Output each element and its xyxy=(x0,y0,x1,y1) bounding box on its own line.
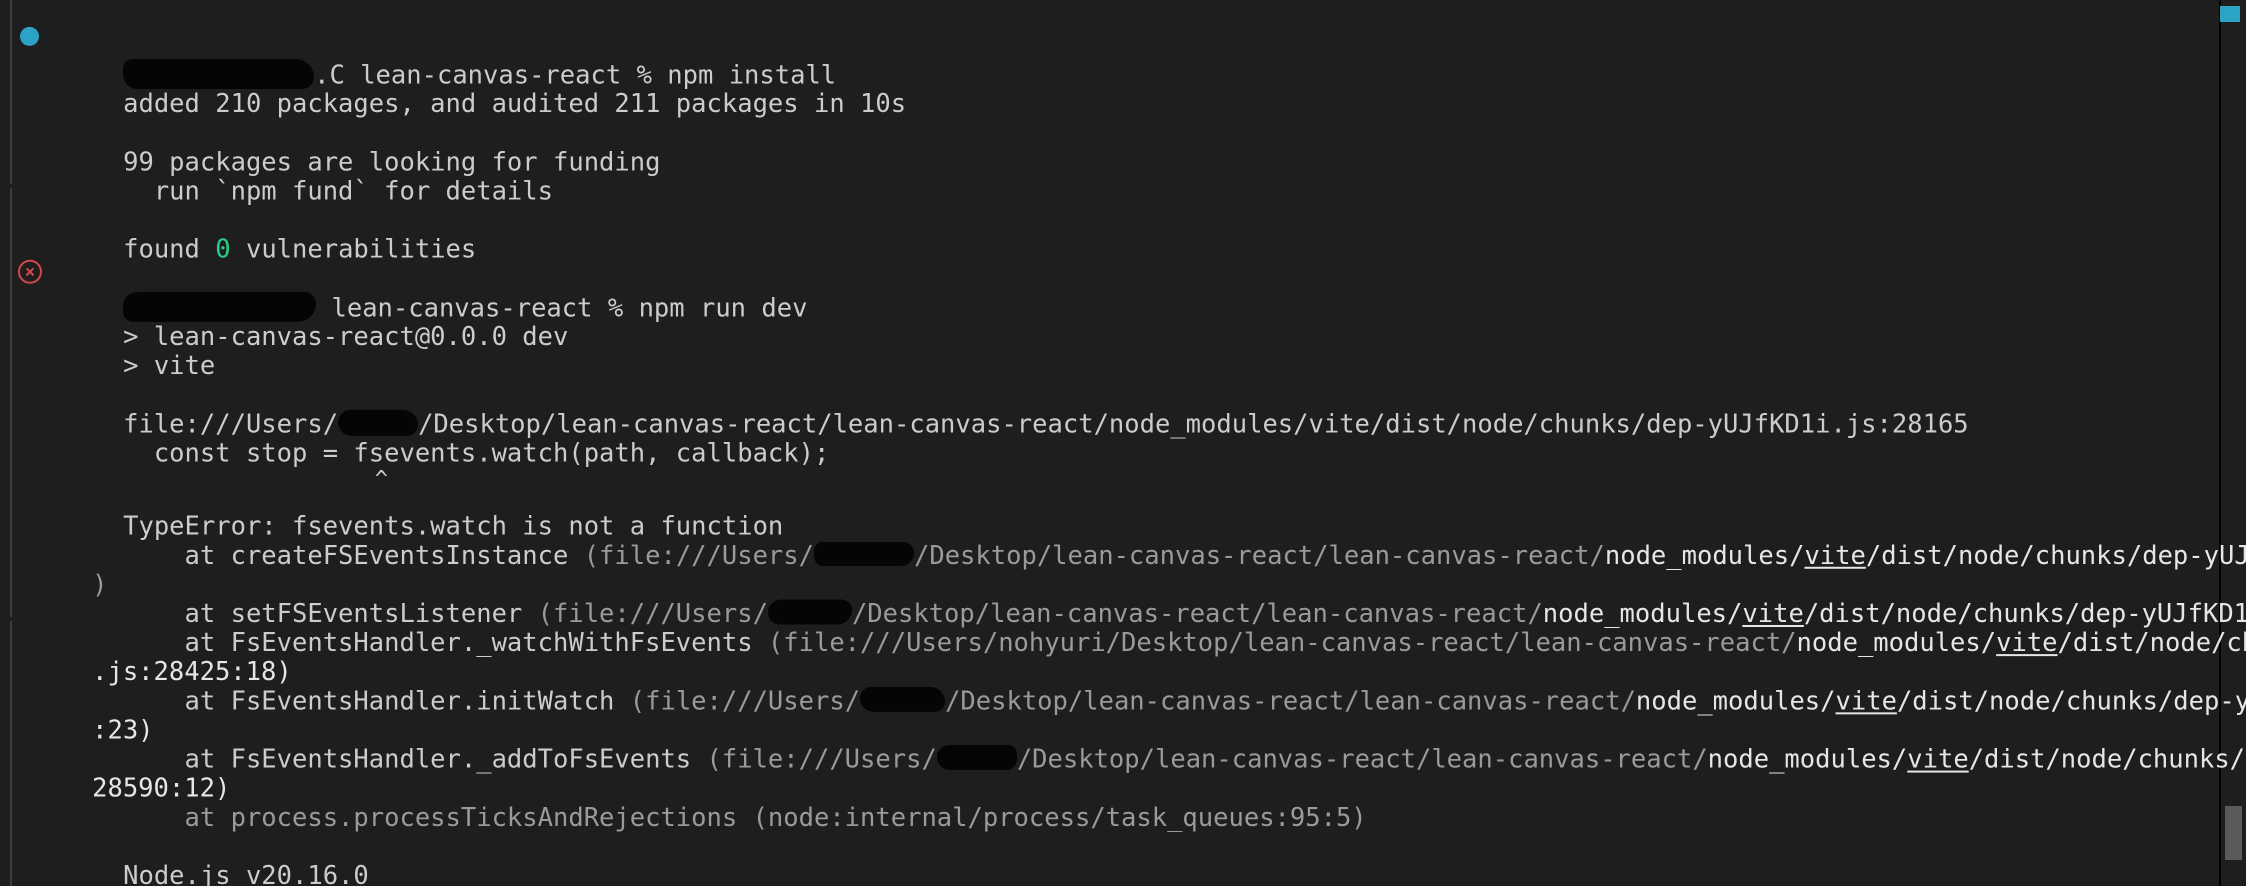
terminal-line-stack-frame-4: at FsEventsHandler.initWatch (file:///Us… xyxy=(0,652,2246,716)
terminal-line-stack-frame-3: at FsEventsHandler._watchWithFsEvents (f… xyxy=(0,594,2246,658)
terminal-line-npm-script-cmd: > vite xyxy=(0,317,2246,381)
terminal-line-npm-script-header: > lean-canvas-react@0.0.0 dev xyxy=(0,288,2246,352)
terminal-line-vulnerabilities: found 0 vulnerabilities xyxy=(0,201,2246,265)
terminal-line-stack-frame-5-wrap: 28590:12) xyxy=(0,740,2246,804)
terminal-line-stack-frame-5: at FsEventsHandler._addToFsEvents (file:… xyxy=(0,711,2246,774)
terminal-line-prompt-npm-install: .C lean-canvas-react % npm install xyxy=(0,0,2246,90)
terminal-line-npm-added: added 210 packages, and audited 211 pack… xyxy=(0,55,2246,119)
terminal-line-stack-frame-3-wrap: .js:28425:18) xyxy=(0,623,2246,687)
terminal-line-npm-fund-hint: run `npm fund` for details xyxy=(0,143,2246,206)
terminal-line-stack-frame-4-wrap: :23) xyxy=(0,682,2246,745)
terminal-line-stack-frame-1: at createFSEventsInstance (file:///Users… xyxy=(0,507,2246,571)
terminal-line-npm-funding: 99 packages are looking for funding xyxy=(0,113,2246,177)
terminal-line-error-source-file: file:///Users//Desktop/lean-canvas-react… xyxy=(0,376,2246,439)
terminal-line-error-type: TypeError: fsevents.watch is not a funct… xyxy=(0,478,2246,541)
terminal-line-prompt-npm-run-dev: lean-canvas-react % npm run dev xyxy=(0,230,2246,323)
terminal-window[interactable]: .C lean-canvas-react % npm install added… xyxy=(0,0,2246,886)
terminal-line-node-version: Node.js v20.16.0 xyxy=(0,827,2246,886)
terminal-line-stack-frame-6: at process.processTicksAndRejections (no… xyxy=(0,769,2246,833)
terminal-line-stack-frame-1-wrap: ) xyxy=(0,536,2246,600)
terminal-line-error-caret: ^ xyxy=(0,429,2246,492)
terminal-line-stack-frame-2: at setFSEventsListener (file:///Users//D… xyxy=(0,565,2246,629)
terminal-line-prompt-current[interactable]: lean-canvas-react % xyxy=(0,856,2246,886)
